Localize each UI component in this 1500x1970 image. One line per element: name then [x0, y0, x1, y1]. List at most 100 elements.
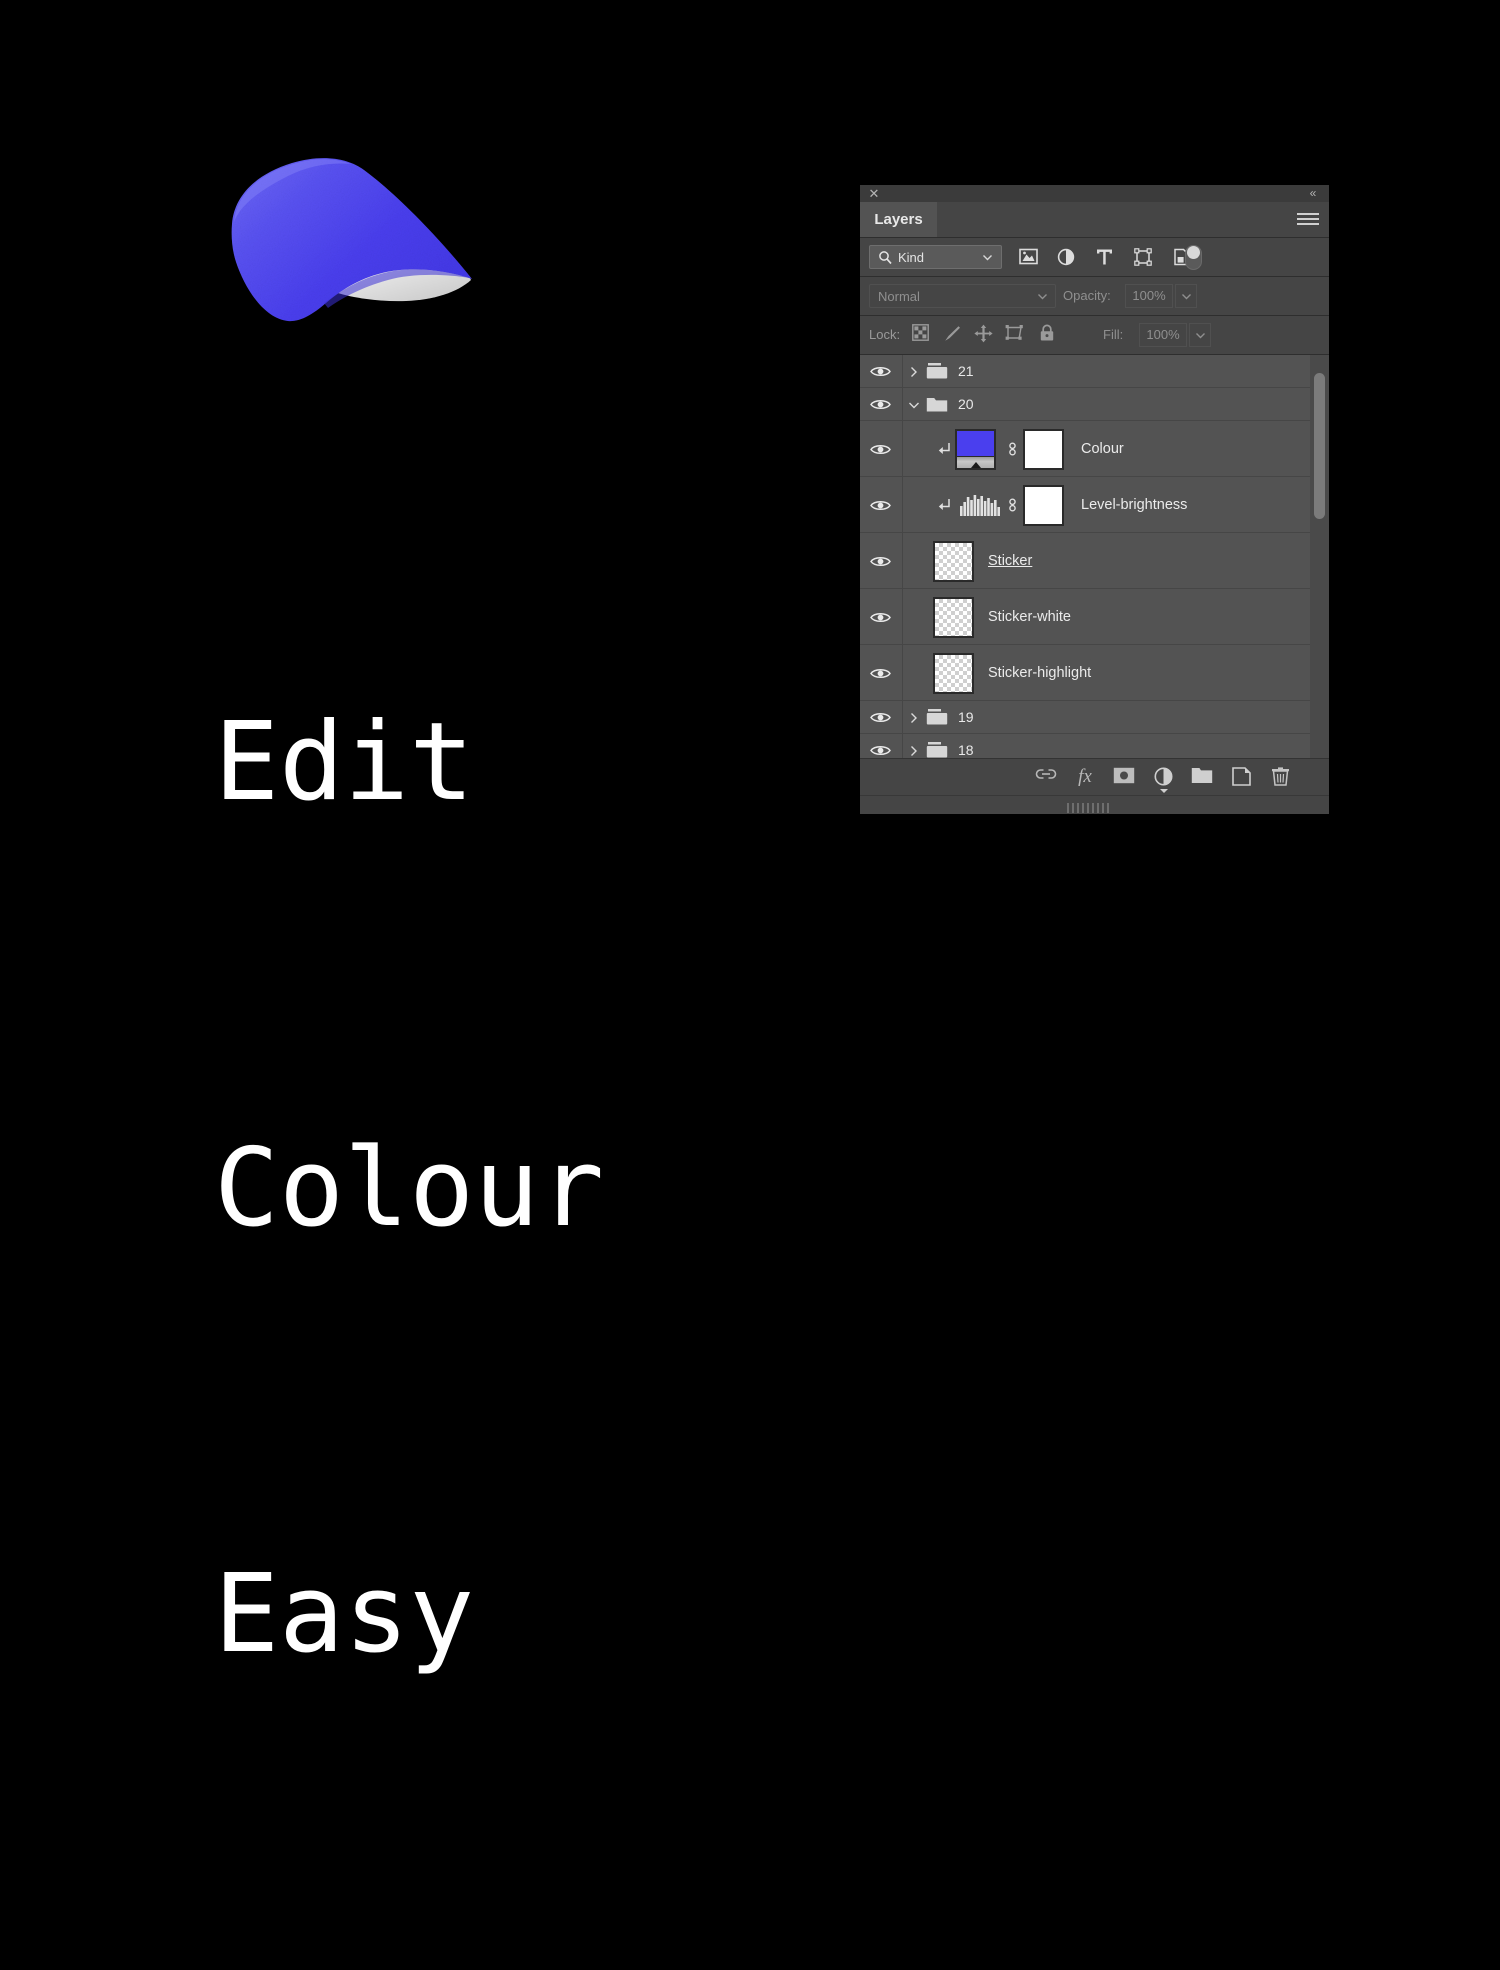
table-row[interactable]: Level-brightness — [860, 477, 1329, 533]
table-row[interactable]: Sticker — [860, 533, 1329, 589]
link-mask-icon[interactable] — [1006, 496, 1019, 514]
layer-visibility-toggle[interactable] — [860, 701, 903, 733]
panel-menu-icon[interactable] — [1297, 213, 1319, 227]
close-icon[interactable]: ✕ — [867, 187, 881, 201]
table-row[interactable]: 21 — [860, 355, 1329, 388]
new-group-icon[interactable] — [1189, 765, 1215, 789]
lock-row: Lock: Fill: 100% — [860, 316, 1329, 354]
new-layer-icon[interactable] — [1228, 765, 1254, 789]
table-row[interactable]: Sticker-highlight — [860, 645, 1329, 701]
fill-stepper-chevron-icon[interactable] — [1189, 323, 1211, 347]
chevron-right-icon[interactable] — [908, 365, 920, 377]
layer-visibility-toggle[interactable] — [860, 477, 903, 532]
eye-icon — [870, 713, 891, 722]
layer-name: Sticker — [988, 552, 1033, 569]
eye-icon — [870, 400, 891, 409]
layer-visibility-toggle[interactable] — [860, 355, 903, 387]
lock-label: Lock: — [869, 327, 901, 342]
layer-thumbnail[interactable] — [933, 596, 974, 638]
eye-icon — [870, 500, 891, 510]
opacity-stepper-chevron-icon[interactable] — [1175, 284, 1197, 308]
blend-mode-select[interactable]: Normal — [869, 284, 1056, 308]
opacity-input[interactable]: 100% — [1125, 284, 1173, 308]
clipping-mask-arrow-icon — [938, 498, 952, 512]
layer-visibility-toggle[interactable] — [860, 421, 903, 476]
screen-root: Edit Colour Easy ✕ « Layers Kind Normal … — [0, 0, 1500, 1677]
layer-visibility-toggle[interactable] — [860, 589, 903, 644]
eye-icon — [870, 746, 891, 755]
folder-open-icon — [926, 395, 948, 418]
lock-artboard-nesting-icon[interactable] — [1002, 324, 1026, 346]
layers-bottom-toolbar: fx — [860, 758, 1329, 795]
layer-visibility-toggle[interactable] — [860, 734, 903, 758]
layer-style-fx-icon[interactable]: fx — [1072, 765, 1098, 789]
panel-statusbar — [860, 795, 1329, 814]
layer-thumbnail[interactable] — [933, 652, 974, 694]
filter-enable-toggle[interactable] — [1185, 245, 1202, 270]
resize-grip[interactable] — [1066, 800, 1123, 813]
delete-layer-icon[interactable] — [1267, 765, 1293, 789]
filter-icon-group — [1011, 238, 1199, 276]
chevron-right-icon[interactable] — [908, 744, 920, 756]
chevron-right-icon[interactable] — [908, 711, 920, 723]
eye-icon — [870, 367, 891, 376]
eye-icon — [870, 556, 891, 566]
layer-name: 18 — [958, 742, 974, 758]
layer-visibility-toggle[interactable] — [860, 388, 903, 420]
layer-list[interactable]: 21 20 Colour Level-brightness Sticker St… — [860, 355, 1329, 758]
layers-panel: ✕ « Layers Kind Normal Opacity: 100% Loc… — [860, 185, 1329, 814]
clipping-mask-arrow-icon — [938, 442, 952, 456]
chevron-down-icon — [1037, 290, 1048, 301]
layer-mask-thumbnail[interactable] — [1023, 484, 1064, 526]
opacity-label: Opacity: — [1063, 288, 1111, 303]
lock-image-pixels-icon[interactable] — [940, 324, 964, 346]
levels-histogram-icon[interactable] — [958, 494, 1002, 516]
layer-visibility-toggle[interactable] — [860, 533, 903, 588]
eye-icon — [870, 668, 891, 678]
scrollbar-thumb[interactable] — [1314, 373, 1325, 519]
lock-position-icon[interactable] — [971, 324, 995, 346]
layer-list-scrollbar[interactable] — [1310, 355, 1329, 758]
lock-all-icon[interactable] — [1035, 324, 1059, 346]
panel-tab-bar: Layers — [860, 202, 1329, 237]
layer-thumbnail[interactable] — [933, 540, 974, 582]
table-row[interactable]: Colour — [860, 421, 1329, 477]
new-adjustment-layer-icon[interactable] — [1150, 765, 1176, 793]
fill-label: Fill: — [1103, 327, 1124, 342]
hero-line-1: Edit — [214, 700, 475, 825]
link-layers-icon[interactable] — [1033, 765, 1059, 789]
table-row[interactable]: 18 — [860, 734, 1329, 758]
layer-name: Level-brightness — [1081, 496, 1188, 513]
layer-name: 20 — [958, 396, 974, 412]
layer-thumbnail[interactable] — [955, 428, 996, 470]
filter-pixel-icon[interactable] — [1011, 238, 1045, 276]
eye-icon — [870, 612, 891, 622]
chevron-down-icon[interactable] — [908, 398, 920, 410]
panel-titlebar: ✕ « — [860, 185, 1329, 202]
peeling-sticker-artwork — [196, 140, 484, 332]
layer-mask-thumbnail[interactable] — [1023, 428, 1064, 470]
table-row[interactable]: 20 — [860, 388, 1329, 421]
tab-layers[interactable]: Layers — [860, 202, 937, 237]
filter-kind-select[interactable]: Kind — [869, 245, 1002, 269]
lock-transparent-pixels-icon[interactable] — [908, 324, 932, 346]
blend-mode-row: Normal Opacity: 100% — [860, 277, 1329, 315]
table-row[interactable]: Sticker-white — [860, 589, 1329, 645]
filter-type-icon[interactable] — [1088, 238, 1122, 276]
layer-visibility-toggle[interactable] — [860, 645, 903, 700]
hero-line-3: Easy — [214, 1552, 475, 1677]
layer-name: Colour — [1081, 440, 1124, 457]
filter-kind-label: Kind — [898, 250, 925, 265]
layer-name: Sticker-white — [988, 608, 1071, 625]
collapse-to-icons-icon[interactable]: « — [1305, 186, 1321, 200]
eye-icon — [870, 444, 891, 454]
link-mask-icon[interactable] — [1006, 440, 1019, 458]
chevron-down-icon — [982, 251, 993, 262]
filter-shape-icon[interactable] — [1126, 238, 1160, 276]
fill-input[interactable]: 100% — [1139, 323, 1187, 347]
table-row[interactable]: 19 — [860, 701, 1329, 734]
add-layer-mask-icon[interactable] — [1111, 765, 1137, 789]
filter-adjustment-icon[interactable] — [1049, 238, 1083, 276]
layer-name: 19 — [958, 709, 974, 725]
blend-mode-value: Normal — [878, 289, 920, 304]
